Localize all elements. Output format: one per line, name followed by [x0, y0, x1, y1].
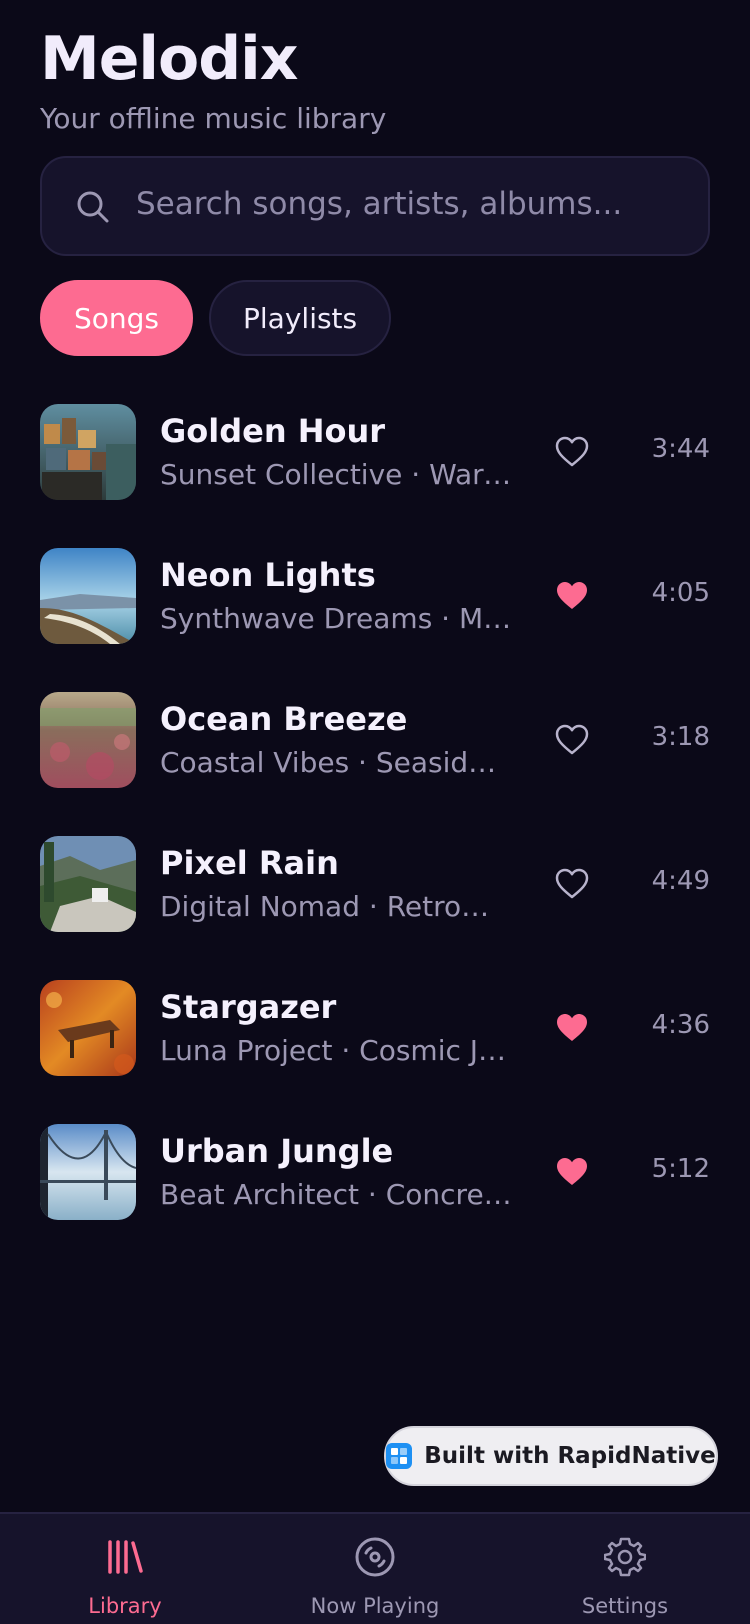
- tab-songs[interactable]: Songs: [40, 280, 194, 356]
- album-art: [40, 404, 136, 500]
- song-duration: 4:36: [651, 1010, 710, 1040]
- bottom-nav: Library Now Playing Settings: [0, 1512, 750, 1624]
- built-with-badge[interactable]: Built with RapidNative: [384, 1426, 718, 1486]
- gear-icon: [604, 1537, 646, 1577]
- nav-label: Settings: [581, 1594, 669, 1618]
- song-row-stargazer[interactable]: Stargazer Luna Project · Cosmic Journey …: [40, 980, 710, 1124]
- heart-outline-icon[interactable]: [554, 434, 590, 470]
- song-row-pixel-rain[interactable]: Pixel Rain Digital Nomad · Retrowave 4:4…: [40, 836, 710, 980]
- song-row-golden-hour[interactable]: Golden Hour Sunset Collective · Warm Nig…: [40, 404, 710, 548]
- song-subtitle: Coastal Vibes · Seaside Chill: [160, 746, 512, 779]
- tab-bar: Songs Playlists: [40, 280, 392, 356]
- song-subtitle: Sunset Collective · Warm Nights: [160, 458, 512, 491]
- nav-label: Library: [88, 1594, 162, 1618]
- tab-playlists[interactable]: Playlists: [209, 280, 392, 356]
- album-art: [40, 548, 136, 644]
- app-subtitle: Your offline music library: [40, 102, 387, 135]
- heart-filled-icon[interactable]: [554, 1154, 590, 1190]
- album-art: [40, 692, 136, 788]
- song-duration: 4:05: [651, 578, 710, 608]
- song-subtitle: Digital Nomad · Retrowave: [160, 890, 512, 923]
- song-duration: 3:44: [651, 434, 710, 464]
- song-title: Ocean Breeze: [160, 700, 408, 738]
- song-subtitle: Luna Project · Cosmic Journey: [160, 1034, 512, 1067]
- badge-label: Built with RapidNative: [424, 1443, 716, 1469]
- search-input[interactable]: Search songs, artists, albums...: [40, 156, 710, 256]
- song-list: Golden Hour Sunset Collective · Warm Nig…: [40, 404, 710, 1268]
- album-art: [40, 980, 136, 1076]
- album-art: [40, 1124, 136, 1220]
- app-title: Melodix: [40, 24, 298, 94]
- song-title: Pixel Rain: [160, 844, 339, 882]
- song-subtitle: Beat Architect · Concrete Beats: [160, 1178, 512, 1211]
- nav-now-playing[interactable]: Now Playing: [250, 1514, 500, 1624]
- song-row-urban-jungle[interactable]: Urban Jungle Beat Architect · Concrete B…: [40, 1124, 710, 1268]
- search-placeholder: Search songs, artists, albums...: [136, 186, 623, 222]
- song-row-ocean-breeze[interactable]: Ocean Breeze Coastal Vibes · Seaside Chi…: [40, 692, 710, 836]
- song-row-neon-lights[interactable]: Neon Lights Synthwave Dreams · Midnight …: [40, 548, 710, 692]
- heart-filled-icon[interactable]: [554, 1010, 590, 1046]
- heart-outline-icon[interactable]: [554, 866, 590, 902]
- song-title: Neon Lights: [160, 556, 376, 594]
- rapidnative-logo-icon: [386, 1443, 413, 1469]
- song-title: Urban Jungle: [160, 1132, 394, 1170]
- song-title: Stargazer: [160, 988, 337, 1026]
- song-duration: 4:49: [651, 866, 710, 896]
- song-duration: 5:12: [651, 1154, 710, 1184]
- album-art: [40, 836, 136, 932]
- nav-label: Now Playing: [310, 1594, 440, 1618]
- song-title: Golden Hour: [160, 412, 386, 450]
- song-duration: 3:18: [651, 722, 710, 752]
- disc-icon: [355, 1537, 395, 1577]
- app-root: Melodix Your offline music library Searc…: [0, 0, 750, 1624]
- heart-outline-icon[interactable]: [554, 722, 590, 758]
- nav-library[interactable]: Library: [0, 1514, 250, 1624]
- heart-filled-icon[interactable]: [554, 578, 590, 614]
- search-icon: [77, 191, 109, 223]
- library-icon: [108, 1540, 143, 1574]
- nav-settings[interactable]: Settings: [500, 1514, 750, 1624]
- song-subtitle: Synthwave Dreams · Midnight Drive: [160, 602, 512, 635]
